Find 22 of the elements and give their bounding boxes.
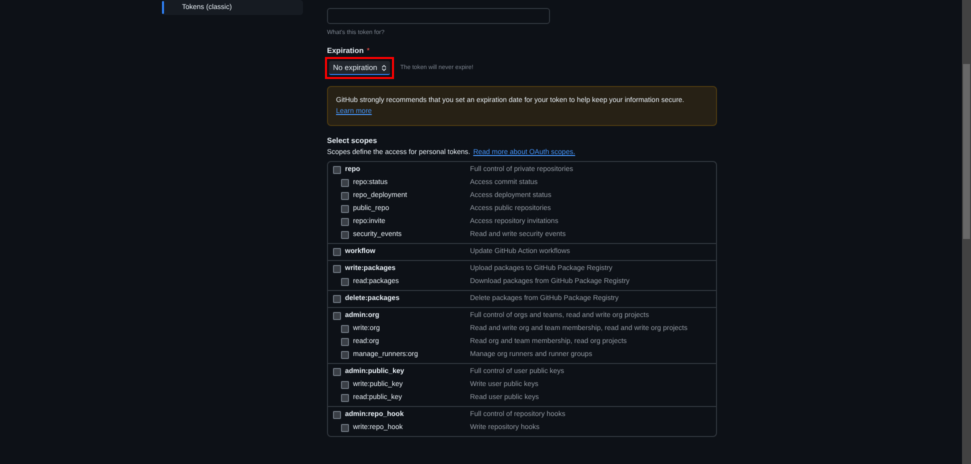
checkbox[interactable] — [333, 265, 341, 274]
checkbox[interactable] — [341, 381, 349, 390]
checkbox[interactable] — [333, 368, 341, 376]
checkbox[interactable] — [333, 295, 341, 304]
checkbox[interactable] — [333, 312, 341, 320]
checkbox[interactable] — [333, 248, 341, 256]
checkbox[interactable] — [341, 325, 349, 334]
checkbox[interactable] — [341, 205, 349, 214]
scrollbar[interactable] — [962, 0, 971, 464]
checkbox[interactable] — [341, 192, 349, 200]
checkbox[interactable] — [333, 411, 341, 420]
checkbox[interactable] — [341, 218, 349, 226]
checkbox[interactable] — [341, 424, 349, 432]
note-field[interactable] — [327, 8, 550, 24]
checkbox[interactable] — [341, 231, 349, 240]
checkbox[interactable] — [341, 394, 349, 402]
checkbox[interactable] — [333, 166, 341, 174]
checkbox[interactable] — [341, 179, 349, 188]
checkbox[interactable] — [341, 351, 349, 360]
checkbox[interactable] — [341, 338, 349, 346]
checkbox[interactable] — [341, 278, 349, 286]
updown-icon — [382, 64, 386, 71]
